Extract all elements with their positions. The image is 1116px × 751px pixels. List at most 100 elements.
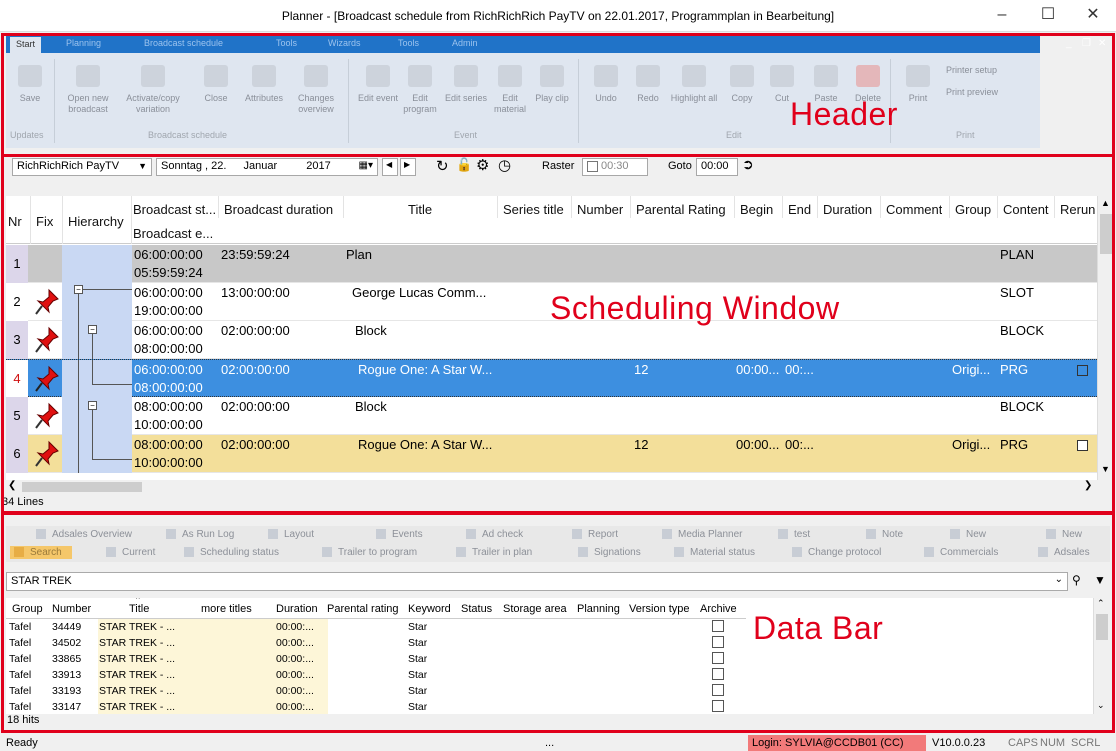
save-button[interactable]: Save <box>6 65 54 104</box>
archive-checkbox[interactable] <box>712 684 724 696</box>
list-item[interactable]: Tafel 34449 STAR TREK - ... 00:00:... St… <box>6 619 746 635</box>
edit-series-button[interactable]: Edit series <box>442 65 490 104</box>
search-icon[interactable]: ⚲ <box>1072 573 1081 587</box>
archive-checkbox[interactable] <box>712 652 724 664</box>
col-parental-rating[interactable]: Parental Rating <box>636 202 726 217</box>
col-begin[interactable]: Begin <box>740 202 773 217</box>
edit-event-button[interactable]: Edit event <box>354 65 402 104</box>
col-storage-area[interactable]: Storage area <box>503 603 567 615</box>
list-item[interactable]: Tafel 33865 STAR TREK - ... 00:00:... St… <box>6 651 746 667</box>
pin-icon[interactable] <box>34 365 60 393</box>
table-row[interactable]: 6 08:00:00:00 10:00:00:00 02:00:00:00 Ro… <box>6 435 1097 473</box>
tab-wizards[interactable]: Wizards <box>328 38 361 48</box>
grid-vertical-scrollbar[interactable]: ▲ ▼ <box>1097 196 1113 480</box>
col-duration[interactable]: Duration <box>276 603 318 615</box>
close-child-icon[interactable]: ✕ <box>1098 38 1106 49</box>
col-archive[interactable]: Archive <box>700 603 737 615</box>
collapse-icon[interactable]: − <box>74 285 83 294</box>
scroll-down-icon[interactable]: ▼ <box>1101 464 1110 474</box>
col-version-type[interactable]: Version type <box>629 603 690 615</box>
scroll-up-icon[interactable]: ⌃ <box>1097 598 1105 609</box>
print-button[interactable]: Print <box>894 65 942 104</box>
tab-media-planner[interactable]: Media Planner <box>662 529 742 540</box>
raster-checkbox[interactable] <box>587 160 598 172</box>
col-keyword[interactable]: Keyword <box>408 603 451 615</box>
col-status[interactable]: Status <box>461 603 492 615</box>
next-day-button[interactable]: ▶ <box>400 158 416 176</box>
printer-setup-link[interactable]: Printer setup <box>946 65 1036 76</box>
refresh-icon[interactable]: ↻ <box>436 157 449 175</box>
tab-adsales-overview[interactable]: Adsales Overview <box>36 529 132 540</box>
tab-new-2[interactable]: New <box>1046 529 1082 540</box>
tab-scheduling-status[interactable]: Scheduling status <box>184 547 279 558</box>
tab-change-protocol[interactable]: Change protocol <box>792 547 881 558</box>
tab-search[interactable]: Search <box>10 546 72 559</box>
goto-arrow-icon[interactable]: ➲ <box>742 156 754 173</box>
rerun-checkbox[interactable] <box>1077 440 1088 451</box>
list-item[interactable]: Tafel 34502 STAR TREK - ... 00:00:... St… <box>6 635 746 651</box>
archive-checkbox[interactable] <box>712 700 724 712</box>
grid-horizontal-scrollbar[interactable]: ❮ ❯ <box>6 480 1097 494</box>
col-broadcast-duration[interactable]: Broadcast duration <box>224 202 333 217</box>
col-comment[interactable]: Comment <box>886 202 942 217</box>
col-duration[interactable]: Duration <box>823 202 872 217</box>
col-planning[interactable]: Planning <box>577 603 620 615</box>
pin-icon[interactable] <box>34 288 60 316</box>
calendar-icon[interactable]: ▦▾ <box>359 160 373 171</box>
list-item[interactable]: Tafel 33913 STAR TREK - ... 00:00:... St… <box>6 667 746 683</box>
close-button[interactable]: Close <box>192 65 240 104</box>
edit-material-button[interactable]: Edit material <box>486 65 534 115</box>
changes-overview-button[interactable]: Changes overview <box>292 65 340 115</box>
lock-icon[interactable]: 🔓 <box>456 157 472 173</box>
col-nr[interactable]: Nr <box>8 214 22 229</box>
tab-signations[interactable]: Signations <box>578 547 641 558</box>
settings-icon[interactable]: ⚙ <box>476 156 489 174</box>
open-new-broadcast-button[interactable]: Open new broadcast <box>64 65 112 115</box>
collapse-icon[interactable]: − <box>88 401 97 410</box>
col-broadcast-start[interactable]: Broadcast st... <box>133 202 219 217</box>
col-broadcast-end[interactable]: Broadcast e... <box>133 226 219 241</box>
col-end[interactable]: End <box>788 202 811 217</box>
tab-tools-2[interactable]: Tools <box>398 38 419 48</box>
collapse-icon[interactable]: − <box>88 325 97 334</box>
rerun-checkbox[interactable] <box>1077 365 1088 376</box>
scroll-down-icon[interactable]: ⌄ <box>1097 700 1105 711</box>
minimize-child-icon[interactable]: _ <box>1066 38 1072 49</box>
tab-trailer-to-program[interactable]: Trailer to program <box>322 547 417 558</box>
scrollbar-thumb[interactable] <box>1100 214 1112 254</box>
col-number[interactable]: Number <box>52 603 91 615</box>
date-picker[interactable]: Sonntag , 22. Januar 2017 ▦▾ <box>156 158 378 176</box>
tab-ad-check[interactable]: Ad check <box>466 529 523 540</box>
tab-adsales[interactable]: Adsales <box>1038 547 1090 558</box>
raster-stepper[interactable]: 00:30 <box>582 158 648 176</box>
col-group[interactable]: Group <box>955 202 991 217</box>
table-row[interactable]: 1 06:00:00:00 05:59:59:24 23:59:59:24 Pl… <box>6 245 1097 283</box>
edit-program-button[interactable]: Edit program <box>396 65 444 115</box>
col-title[interactable]: Title <box>408 202 432 217</box>
table-row[interactable]: 5 − 08:00:00:00 10:00:00:00 02:00:00:00 … <box>6 397 1097 435</box>
col-series-title[interactable]: Series title <box>503 202 564 217</box>
goto-input[interactable]: 00:00 <box>696 158 738 176</box>
tab-as-run-log[interactable]: As Run Log <box>166 529 234 540</box>
scroll-left-icon[interactable]: ❮ <box>8 480 16 491</box>
highlight-all-button[interactable]: Highlight all <box>670 65 718 104</box>
scroll-right-icon[interactable]: ❯ <box>1084 480 1092 491</box>
table-row-selected[interactable]: 4 06:00:00:00 08:00:00:00 02:00:00:00 Ro… <box>6 359 1097 398</box>
pin-icon[interactable] <box>34 326 60 354</box>
tab-planning[interactable]: Planning <box>66 38 101 48</box>
tab-broadcast-schedule[interactable]: Broadcast schedule <box>144 38 223 48</box>
minimize-icon[interactable]: – <box>979 0 1025 32</box>
col-parental-rating[interactable]: Parental rating <box>327 603 399 615</box>
tab-admin[interactable]: Admin <box>452 38 478 48</box>
archive-checkbox[interactable] <box>712 636 724 648</box>
col-title[interactable]: Title <box>129 603 149 615</box>
tab-trailer-in-plan[interactable]: Trailer in plan <box>456 547 532 558</box>
undo-button[interactable]: Undo <box>582 65 630 104</box>
list-item[interactable]: Tafel 33147 STAR TREK - ... 00:00:... St… <box>6 699 746 714</box>
col-content[interactable]: Content <box>1003 202 1049 217</box>
col-number[interactable]: Number <box>577 202 623 217</box>
col-group[interactable]: Group <box>12 603 43 615</box>
maximize-icon[interactable]: ☐ <box>1025 0 1071 32</box>
col-rerun[interactable]: Rerun <box>1060 202 1097 217</box>
scroll-up-icon[interactable]: ▲ <box>1101 198 1110 208</box>
